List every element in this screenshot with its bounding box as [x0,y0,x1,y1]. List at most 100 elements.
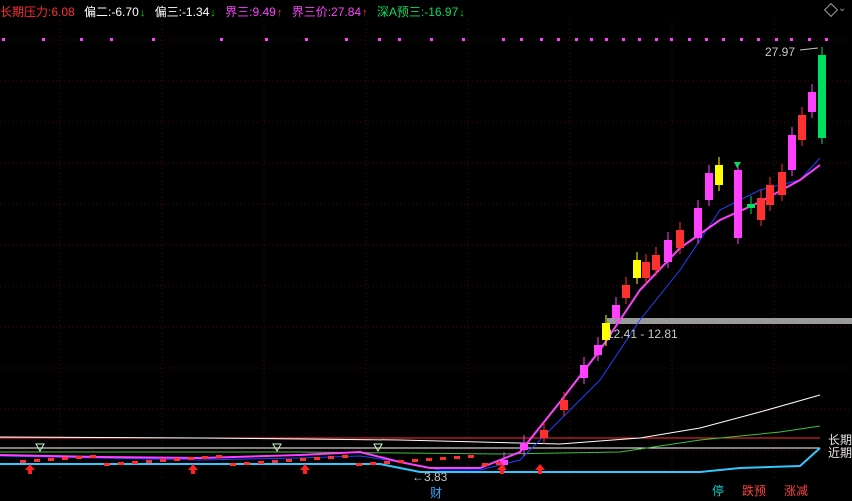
candle-body [62,457,68,460]
candle-body [454,456,460,459]
stop-button[interactable]: 停 [710,484,726,499]
candle-body [314,457,320,460]
finance-marker[interactable]: 财 [430,484,442,501]
candle-body [48,458,54,461]
candle-body [747,204,755,208]
candle-body [300,458,306,461]
candle-body [440,457,446,460]
marker-dot [220,38,223,41]
marker-dot [622,38,625,41]
candle-body [766,185,774,205]
candle-body [664,240,672,262]
marker-dot [575,38,578,41]
marker-dot [740,38,743,41]
candle-body [818,55,826,138]
down-arrow-icon: ↓ [210,7,216,19]
marker-dot [305,38,308,41]
marker-dot [345,38,348,41]
candle-body [104,463,110,466]
candle-body [560,400,568,410]
candle-body [482,463,488,466]
marker-dot [520,38,523,41]
marker-dot [80,38,83,41]
candle-body [20,460,26,463]
candle-body [594,345,602,355]
header-item-dev2: 偏二:-6.70↓ [84,5,146,19]
marker-dot [265,38,268,41]
up-arrow-icon [25,464,35,474]
candle-body [132,461,138,464]
up-arrow-icon: ↑ [276,7,283,19]
kline-chart[interactable] [0,0,852,501]
marker-dot [670,38,673,41]
ma-white [0,394,821,445]
candle-body [188,457,194,460]
candle-body [676,230,684,248]
candle-body [370,462,376,465]
header-item-bound3-price: 界三价:27.84↑ [291,5,368,19]
candle-body [705,173,713,200]
candle-body [694,208,702,238]
candle-body [90,455,96,458]
marker-dot [825,38,828,41]
rise-reduce-button[interactable]: 涨减 [782,484,810,499]
candle-body [258,461,264,464]
candle-body [286,459,292,462]
fall-forecast-button[interactable]: 跌预 [740,484,768,499]
marker-dot [790,38,793,41]
candle-body [540,430,548,438]
candle-body [146,460,152,463]
down-arrow-icon: ↓ [459,7,465,19]
up-arrow-icon: ↑ [362,7,368,19]
candle-body [342,455,348,458]
candle-body [778,172,786,195]
candle-body [118,462,124,465]
candle-body [808,92,816,112]
candle-body [622,285,630,298]
candle-body [612,305,620,318]
marker-dot [557,38,560,41]
marker-dot [398,38,401,41]
candle-body [652,255,660,270]
candle-body [384,461,390,464]
marker-dot [808,38,811,41]
marker-dot [42,38,45,41]
candle-body [757,198,765,220]
marker-dot [605,38,608,41]
candle-body [580,365,588,378]
candle-body [216,455,222,458]
candle-body [798,115,806,140]
low-price-label: ←3.83 [412,470,448,484]
candle-body [202,456,208,459]
candle-body [426,458,432,461]
marker-dot [540,38,543,41]
marker-dot [378,38,381,41]
marker-dot [152,38,155,41]
candle-body [520,443,528,450]
marker-dot [430,38,433,41]
chevron-icon[interactable]: ⌄ [838,4,848,14]
marker-dot [590,38,593,41]
header-item-long-pressure: 长期压力:6.08 [0,5,75,19]
marker-dot [462,38,465,41]
high-price-label: 27.97 [765,45,796,59]
legend-near-term: 近期 [827,446,852,460]
candle-body [398,460,404,463]
marker-dot [688,38,691,41]
candle-body [272,460,278,463]
ma-blue [0,157,821,471]
candle-body [328,456,334,459]
indicator-header: 长期压力:6.08 偏二:-6.70↓ 偏三:-1.34↓ 界三:9.49↑ 界… [0,3,471,19]
candle-body [230,463,236,466]
candle-body [244,462,250,465]
marker-dot [722,38,725,41]
up-arrow-icon [188,464,198,474]
candle-body [412,459,418,462]
marker-dot [655,38,658,41]
header-item-sza-pred3: 深A预三:-16.97↓ [376,5,465,19]
marker-dot [775,38,778,41]
marker-dot [2,38,5,41]
candle-body [76,456,82,459]
candle-body [715,165,723,185]
up-arrow-icon [300,464,310,474]
